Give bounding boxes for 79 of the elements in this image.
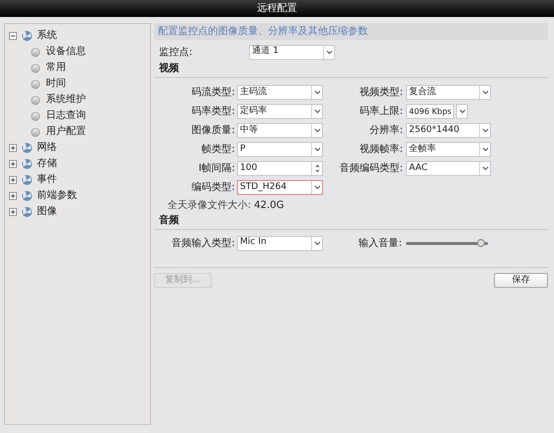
chevron-down-icon[interactable] — [479, 162, 490, 175]
field-label: 监控点: — [159, 46, 194, 60]
toggle-icon[interactable] — [9, 176, 17, 184]
dropdown[interactable]: 4096 Kbps — [406, 104, 454, 119]
tree-item[interactable]: 系统维护 — [46, 95, 86, 105]
chevron-down-icon[interactable] — [311, 236, 322, 250]
dropdown[interactable]: 中等 — [237, 123, 323, 138]
dropdown[interactable]: 主码流 — [237, 85, 323, 100]
field-label: I帧间隔: — [198, 162, 235, 176]
bullet-icon — [31, 80, 40, 88]
tree-item[interactable]: 系统 — [37, 31, 57, 41]
bullet-icon — [31, 48, 40, 56]
section-title: 音频 — [159, 213, 179, 228]
field-label: 视频帧率: — [358, 142, 403, 157]
tree-item[interactable]: 网络 — [37, 143, 57, 153]
chevron-down-icon[interactable] — [311, 105, 322, 118]
bullet-icon — [31, 64, 40, 72]
slider-thumb[interactable] — [477, 239, 486, 247]
file-size-value: 42.0G — [254, 198, 284, 212]
tree-item[interactable]: 事件 — [37, 175, 57, 185]
tree-item[interactable]: 存储 — [37, 159, 57, 169]
section-title: 视频 — [159, 62, 179, 76]
bullet-icon — [31, 128, 40, 136]
field-label: 图像质量: — [190, 124, 235, 138]
chevron-down-icon[interactable] — [479, 86, 490, 99]
toggle-icon[interactable] — [9, 160, 17, 168]
chevron-down-icon[interactable] — [323, 46, 334, 58]
field-label: 码流类型: — [190, 86, 235, 100]
tree-item[interactable]: 时间 — [46, 79, 66, 89]
globe-icon — [21, 158, 33, 170]
toggle-icon[interactable] — [9, 144, 17, 152]
field-label: 视频类型: — [358, 86, 403, 100]
tree-item[interactable]: 前端参数 — [37, 191, 77, 201]
field-label: 分辨率: — [368, 124, 403, 138]
chevron-down-icon[interactable] — [311, 181, 322, 194]
tree-item[interactable]: 用户配置 — [46, 127, 86, 137]
tree-item[interactable]: 常用 — [46, 63, 66, 73]
chevron-down-icon[interactable] — [456, 104, 468, 119]
field-label: 音频输入类型: — [170, 236, 235, 250]
chevron-down-icon[interactable] — [311, 86, 322, 99]
field-label: 码率类型: — [190, 104, 235, 119]
globe-icon — [21, 190, 33, 202]
dropdown[interactable]: 2560*1440 — [406, 123, 491, 138]
chevron-down-icon[interactable] — [479, 143, 490, 156]
toggle-icon[interactable] — [9, 192, 17, 200]
chevron-down-icon[interactable] — [311, 124, 322, 137]
field-label: 音频编码类型: — [338, 162, 403, 176]
tree-item[interactable]: 日志查询 — [46, 111, 86, 121]
volume-slider[interactable] — [406, 239, 488, 247]
save-button[interactable]: 保存 — [494, 273, 548, 288]
tree-item[interactable]: 设备信息 — [46, 47, 86, 57]
dropdown[interactable]: Mic In — [237, 236, 323, 250]
toggle-icon[interactable] — [9, 32, 17, 40]
field-label: 全天录像文件大小: — [166, 198, 251, 212]
bullet-icon — [31, 112, 40, 120]
globe-icon — [21, 174, 33, 186]
field-label: 输入音量: — [358, 236, 402, 250]
globe-icon — [21, 206, 33, 218]
field-label: 编码类型: — [190, 180, 235, 195]
globe-icon — [21, 30, 33, 42]
toggle-icon[interactable] — [9, 208, 17, 216]
window-title: 远程配置 — [257, 4, 297, 14]
dropdown[interactable]: AAC — [406, 161, 491, 176]
page-description: 配置监控点的图像质量、分辨率及其他压缩参数 — [158, 26, 368, 36]
dropdown[interactable]: P — [237, 142, 323, 157]
chevron-down-icon[interactable] — [479, 124, 490, 137]
tree-item[interactable]: 图像 — [37, 207, 57, 217]
dropdown[interactable]: 复合流 — [406, 85, 491, 100]
globe-icon — [21, 142, 33, 154]
dropdown[interactable]: STD_H264 — [237, 180, 323, 195]
field-label: 码率上限: — [358, 104, 403, 119]
dropdown[interactable]: 定码率 — [237, 104, 323, 119]
bullet-icon — [31, 96, 40, 104]
dropdown[interactable]: 通道 1 — [249, 44, 335, 60]
field-label: 帧类型: — [200, 142, 235, 157]
dropdown[interactable]: 全帧率 — [406, 142, 491, 157]
chevron-down-icon[interactable] — [311, 143, 322, 156]
number-field[interactable]: 100 — [237, 161, 323, 176]
spinner-icon[interactable] — [311, 162, 322, 175]
